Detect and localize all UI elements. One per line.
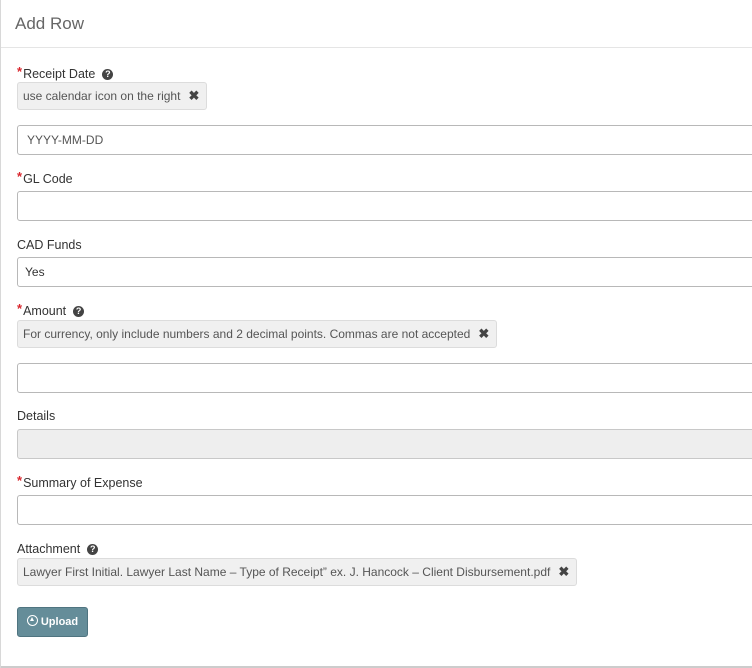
close-icon[interactable]: ✖ (478, 321, 489, 347)
gl-code-label: *GL Code (17, 169, 73, 187)
upload-button[interactable]: Upload (17, 607, 88, 637)
cad-funds-select[interactable]: Yes (17, 257, 752, 287)
attachment-hint-text: Lawyer First Initial. Lawyer Last Name –… (23, 565, 551, 579)
summary-label: *Summary of Expense (17, 473, 143, 491)
add-row-modal: Add Row *Receipt Date? use calendar icon… (0, 0, 752, 668)
amount-label: *Amount? (17, 301, 85, 318)
receipt-date-label-text: Receipt Date (23, 67, 96, 81)
details-field (17, 429, 752, 459)
required-marker: * (17, 64, 23, 79)
upload-circle-icon (26, 615, 38, 626)
close-icon[interactable]: ✖ (188, 83, 199, 109)
gl-code-label-text: GL Code (23, 172, 73, 186)
attachment-label: Attachment? (17, 542, 99, 556)
required-marker: * (17, 473, 23, 488)
required-marker: * (17, 169, 23, 184)
modal-header: Add Row (1, 0, 752, 48)
amount-hint: For currency, only include numbers and 2… (17, 320, 498, 348)
question-circle-icon[interactable]: ? (102, 69, 114, 80)
close-icon[interactable]: ✖ (558, 559, 569, 585)
details-label: Details (17, 409, 56, 423)
question-circle-icon[interactable]: ? (87, 544, 99, 555)
amount-input[interactable] (17, 363, 752, 393)
receipt-date-input[interactable] (17, 125, 752, 155)
upload-button-label: Upload (40, 616, 79, 628)
receipt-date-hint-text: use calendar icon on the right (23, 89, 181, 103)
attachment-hint: Lawyer First Initial. Lawyer Last Name –… (17, 558, 578, 586)
receipt-date-label: *Receipt Date? (17, 64, 114, 81)
amount-label-text: Amount (23, 304, 67, 318)
receipt-date-hint: use calendar icon on the right ✖ (17, 82, 208, 110)
summary-label-text: Summary of Expense (23, 476, 143, 490)
summary-input[interactable] (17, 495, 752, 525)
question-circle-icon[interactable]: ? (73, 306, 85, 317)
cad-funds-label: CAD Funds (17, 238, 82, 252)
modal-title: Add Row (15, 14, 84, 33)
attachment-label-text: Attachment (17, 542, 81, 556)
gl-code-input[interactable] (17, 191, 752, 221)
amount-hint-text: For currency, only include numbers and 2… (23, 327, 471, 341)
required-marker: * (17, 301, 23, 316)
